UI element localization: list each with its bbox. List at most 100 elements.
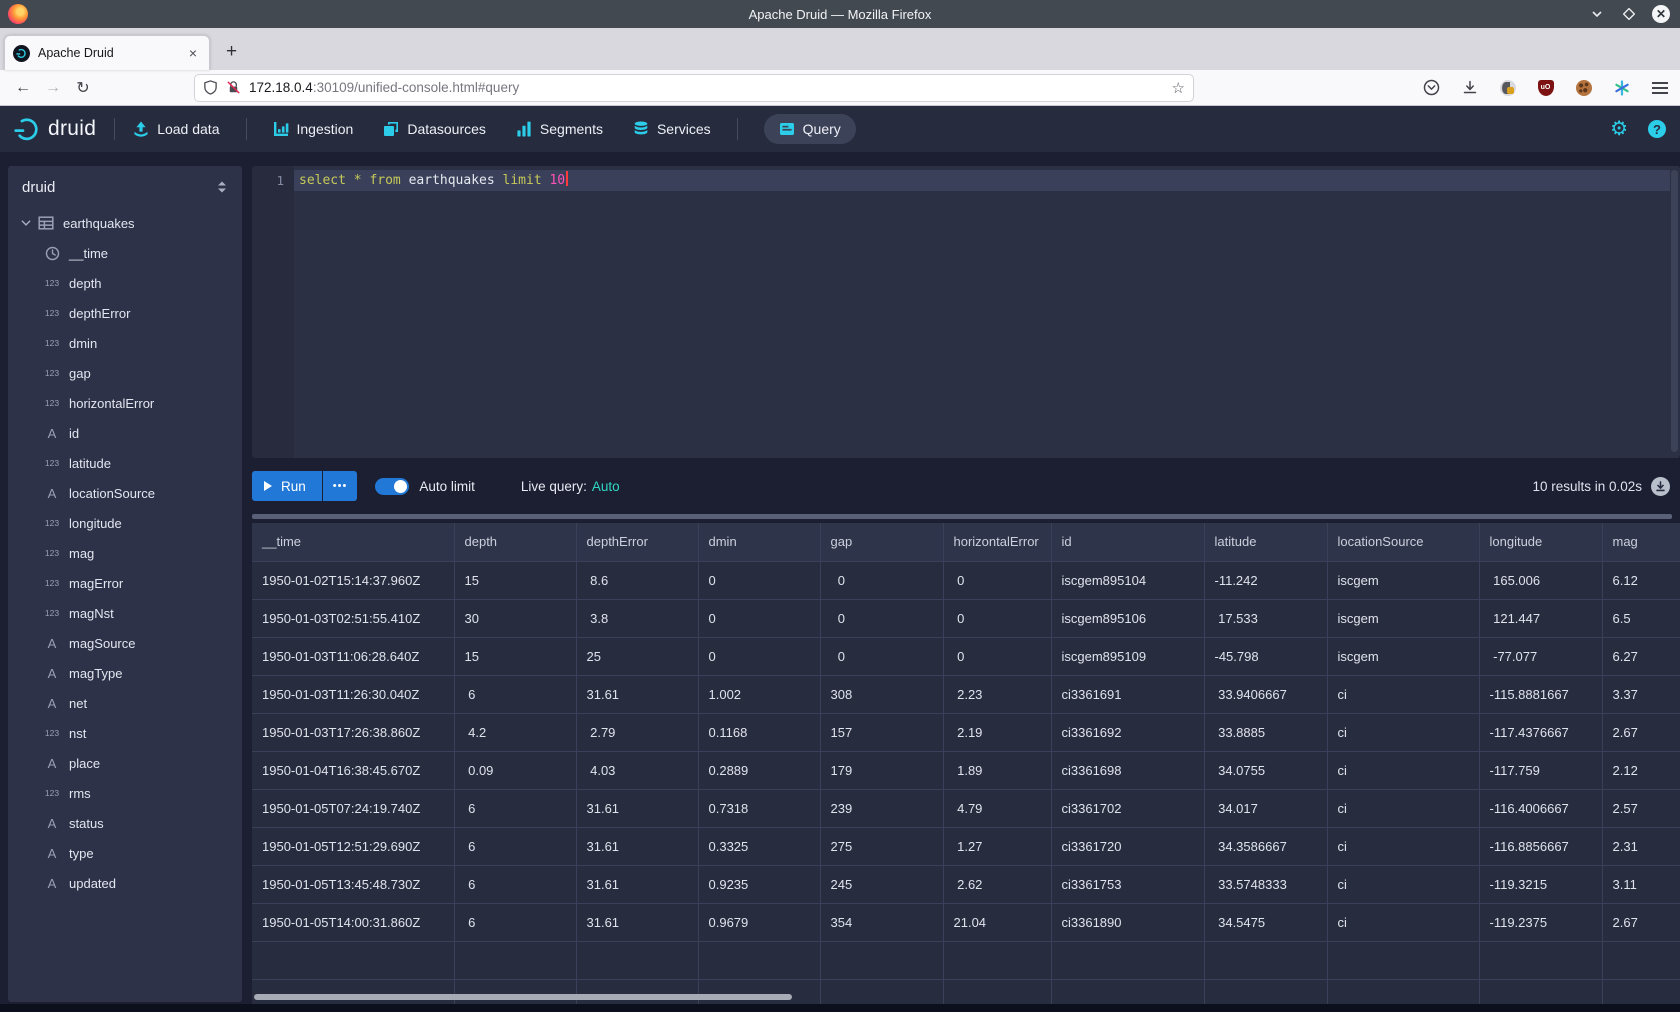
table-cell[interactable]: 4.2 (454, 713, 576, 751)
bookmark-star-icon[interactable]: ☆ (1172, 79, 1185, 97)
table-cell[interactable]: 0.9679 (698, 903, 820, 941)
nav-query[interactable]: Query (764, 114, 856, 144)
table-cell[interactable]: 6.5 (1602, 599, 1680, 637)
table-cell[interactable]: 1950-01-04T16:38:45.670Z (252, 751, 454, 789)
sidebar-column-locationSource[interactable]: AlocationSource (8, 478, 242, 508)
table-cell[interactable]: 2.67 (1602, 713, 1680, 751)
table-cell[interactable]: 3.8 (576, 599, 698, 637)
sidebar-column-magType[interactable]: AmagType (8, 658, 242, 688)
table-cell[interactable]: 179 (820, 751, 943, 789)
sidebar-column-net[interactable]: Anet (8, 688, 242, 718)
sidebar-column-magNst[interactable]: 123magNst (8, 598, 242, 628)
table-cell[interactable]: 34.017 (1204, 789, 1327, 827)
nav-segments[interactable]: Segments (516, 121, 603, 137)
table-cell[interactable]: 4.03 (576, 751, 698, 789)
menu-hamburger-icon[interactable] (1651, 79, 1668, 96)
table-cell[interactable]: 245 (820, 865, 943, 903)
run-button[interactable]: Run (252, 471, 322, 501)
table-cell[interactable]: 31.61 (576, 675, 698, 713)
table-cell[interactable]: 30 (454, 599, 576, 637)
table-cell[interactable]: iscgem895109 (1051, 637, 1204, 675)
sidebar-column-updated[interactable]: Aupdated (8, 868, 242, 898)
table-cell[interactable]: 15 (454, 637, 576, 675)
table-cell[interactable]: -117.759 (1479, 751, 1602, 789)
table-cell[interactable]: 1.27 (943, 827, 1051, 865)
table-cell[interactable]: 2.67 (1602, 903, 1680, 941)
column-header-gap[interactable]: gap (820, 523, 943, 561)
table-cell[interactable]: iscgem895104 (1051, 561, 1204, 599)
tab-close-icon[interactable]: × (185, 45, 201, 61)
back-button[interactable]: ← (8, 79, 38, 97)
table-cell[interactable]: ci3361692 (1051, 713, 1204, 751)
table-cell[interactable]: -116.8856667 (1479, 827, 1602, 865)
horizontal-scrollbar[interactable] (254, 994, 792, 1000)
sidebar-column-magError[interactable]: 123magError (8, 568, 242, 598)
table-cell[interactable]: 2.12 (1602, 751, 1680, 789)
table-cell[interactable]: -119.2375 (1479, 903, 1602, 941)
table-cell[interactable]: ci3361720 (1051, 827, 1204, 865)
table-cell[interactable]: 1950-01-03T02:51:55.410Z (252, 599, 454, 637)
table-cell[interactable]: 0 (820, 637, 943, 675)
table-cell[interactable]: iscgem (1327, 561, 1479, 599)
column-header-depth[interactable]: depth (454, 523, 576, 561)
new-tab-button[interactable]: + (226, 41, 237, 63)
table-cell[interactable]: 6 (454, 827, 576, 865)
table-cell[interactable]: 4.79 (943, 789, 1051, 827)
chevron-down-icon[interactable] (20, 217, 32, 229)
table-cell[interactable]: 165.006 (1479, 561, 1602, 599)
table-cell[interactable]: 0 (943, 599, 1051, 637)
table-cell[interactable]: -45.798 (1204, 637, 1327, 675)
table-cell[interactable]: 0 (943, 561, 1051, 599)
auto-limit-toggle[interactable] (375, 478, 409, 495)
table-cell[interactable]: 6 (454, 675, 576, 713)
settings-gear-icon[interactable]: ⚙ (1610, 119, 1628, 139)
table-cell[interactable]: 1.002 (698, 675, 820, 713)
table-cell[interactable]: 31.61 (576, 865, 698, 903)
table-cell[interactable]: -11.242 (1204, 561, 1327, 599)
nav-load-data[interactable]: Load data (133, 121, 219, 137)
window-minimize-button[interactable] (1588, 5, 1606, 23)
schema-select[interactable]: druid (22, 179, 216, 196)
table-cell[interactable]: 0.09 (454, 751, 576, 789)
sidebar-item-earthquakes[interactable]: earthquakes (8, 208, 242, 238)
downloads-icon[interactable] (1461, 79, 1478, 96)
table-cell[interactable]: ci (1327, 827, 1479, 865)
table-cell[interactable]: 31.61 (576, 789, 698, 827)
table-cell[interactable]: 0 (698, 599, 820, 637)
table-cell[interactable]: 0.1168 (698, 713, 820, 751)
window-close-button[interactable]: ✕ (1652, 5, 1670, 23)
table-cell[interactable]: 2.62 (943, 865, 1051, 903)
table-cell[interactable]: ci3361698 (1051, 751, 1204, 789)
table-cell[interactable]: ci3361890 (1051, 903, 1204, 941)
column-header-id[interactable]: id (1051, 523, 1204, 561)
sidebar-column-__time[interactable]: __time (8, 238, 242, 268)
lock-insecure-icon[interactable] (226, 80, 241, 95)
table-cell[interactable]: 0 (820, 561, 943, 599)
table-cell[interactable]: 1950-01-03T11:26:30.040Z (252, 675, 454, 713)
table-cell[interactable]: 157 (820, 713, 943, 751)
table-cell[interactable]: iscgem895106 (1051, 599, 1204, 637)
table-cell[interactable]: 6 (454, 789, 576, 827)
column-header-locationSource[interactable]: locationSource (1327, 523, 1479, 561)
table-cell[interactable]: ci3361702 (1051, 789, 1204, 827)
sidebar-column-place[interactable]: Aplace (8, 748, 242, 778)
table-cell[interactable]: 121.447 (1479, 599, 1602, 637)
live-query-value[interactable]: Auto (592, 479, 620, 494)
sidebar-column-horizontalError[interactable]: 123horizontalError (8, 388, 242, 418)
table-cell[interactable]: 0 (698, 637, 820, 675)
druid-logo[interactable]: druid (14, 116, 96, 143)
table-cell[interactable]: 33.9406667 (1204, 675, 1327, 713)
column-header-longitude[interactable]: longitude (1479, 523, 1602, 561)
nav-ingestion[interactable]: Ingestion (273, 121, 354, 137)
table-cell[interactable]: 34.3586667 (1204, 827, 1327, 865)
cookie-extension-icon[interactable] (1575, 79, 1592, 96)
sidebar-column-id[interactable]: Aid (8, 418, 242, 448)
table-cell[interactable]: 1950-01-05T14:00:31.860Z (252, 903, 454, 941)
table-cell[interactable]: 2.31 (1602, 827, 1680, 865)
table-cell[interactable]: -77.077 (1479, 637, 1602, 675)
table-cell[interactable]: 6 (454, 865, 576, 903)
table-cell[interactable]: 275 (820, 827, 943, 865)
column-header-depthError[interactable]: depthError (576, 523, 698, 561)
table-cell[interactable]: 15 (454, 561, 576, 599)
sidebar-column-magSource[interactable]: AmagSource (8, 628, 242, 658)
